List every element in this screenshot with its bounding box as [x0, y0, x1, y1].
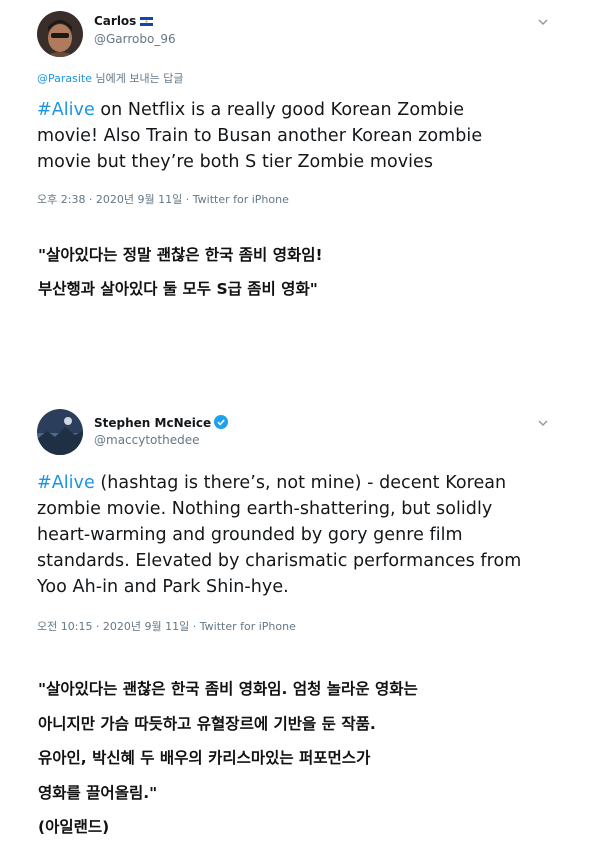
translation-1: "살아있다는 정말 괜찮은 한국 좀비 영화임! 부산행과 살아있다 둘 모두 … [38, 238, 323, 306]
tweet-text-line: Yoo Ah-in and Park Shin-hye. [37, 577, 289, 597]
tweet-text-line: #Alive on Netflix is a really good Korea… [37, 100, 465, 120]
chevron-down-icon[interactable] [537, 16, 549, 28]
tweet-timestamp[interactable]: 오후 2:38 · 2020년 9월 11일 · Twitter for iPh… [37, 191, 289, 207]
tweet-carlos: Carlos @Garrobo_96 @Parasite 님에게 보내는 답글 … [0, 0, 598, 220]
tweet-text-line: standards. Elevated by charismatic perfo… [37, 551, 522, 571]
display-name[interactable]: Carlos [94, 14, 136, 28]
display-name-row[interactable]: Stephen McNeice [94, 415, 229, 430]
tweet-text-line: movie! Also Train to Busan another Korea… [37, 126, 483, 146]
translation-line: 아니지만 가슴 따듯하고 유혈장르에 기반을 둔 작품. [38, 714, 376, 733]
avatar[interactable] [37, 409, 83, 455]
hashtag-link[interactable]: #Alive [37, 100, 95, 120]
verified-badge-icon [214, 415, 229, 429]
tweet-text-line: #Alive (hashtag is there’s, not mine) - … [37, 473, 507, 493]
translation-line: 부산행과 살아있다 둘 모두 S급 좀비 영화" [38, 280, 318, 298]
translation-line: (아일랜드) [38, 818, 110, 836]
display-name-row[interactable]: Carlos [94, 14, 154, 28]
translation-line: 영화를 끌어올림." [38, 783, 158, 802]
translation-line: 유아인, 박신혜 두 배우의 카리스마있는 퍼포먼스가 [38, 749, 371, 767]
hashtag-link[interactable]: #Alive [37, 473, 95, 493]
replying-suffix: 님에게 보내는 답글 [92, 72, 184, 85]
user-handle[interactable]: @Garrobo_96 [94, 32, 176, 46]
tweet-text: #Alive on Netflix is a really good Korea… [37, 97, 482, 175]
tweet-text-line: heart-warming and grounded by gory genre… [37, 525, 463, 545]
tweet-timestamp[interactable]: 오전 10:15 · 2020년 9월 11일 · Twitter for iP… [37, 618, 296, 634]
chevron-down-icon[interactable] [537, 417, 549, 429]
replying-to: @Parasite 님에게 보내는 답글 [37, 70, 183, 86]
tweet-text-line: zombie movie. Nothing earth-shattering, … [37, 499, 493, 519]
user-handle[interactable]: @maccytothedee [94, 433, 199, 447]
translation-2: "살아있다는 괜찮은 한국 좀비 영화임. 엄청 놀라운 영화는 아니지만 가슴… [38, 672, 418, 845]
avatar[interactable] [37, 11, 83, 57]
translation-line: "살아있다는 괜찮은 한국 좀비 영화임. 엄청 놀라운 영화는 [38, 680, 418, 698]
display-name[interactable]: Stephen McNeice [94, 416, 211, 430]
el-salvador-flag-icon [140, 17, 154, 26]
tweet-text-line: movie but they’re both S tier Zombie mov… [37, 152, 434, 172]
mention-link[interactable]: @Parasite [37, 72, 92, 85]
translation-line: "살아있다는 정말 괜찮은 한국 좀비 영화임! [38, 246, 323, 264]
tweet-text: #Alive (hashtag is there’s, not mine) - … [37, 470, 521, 600]
tweet-stephen: Stephen McNeice @maccytothedee #Alive (h… [0, 400, 598, 640]
